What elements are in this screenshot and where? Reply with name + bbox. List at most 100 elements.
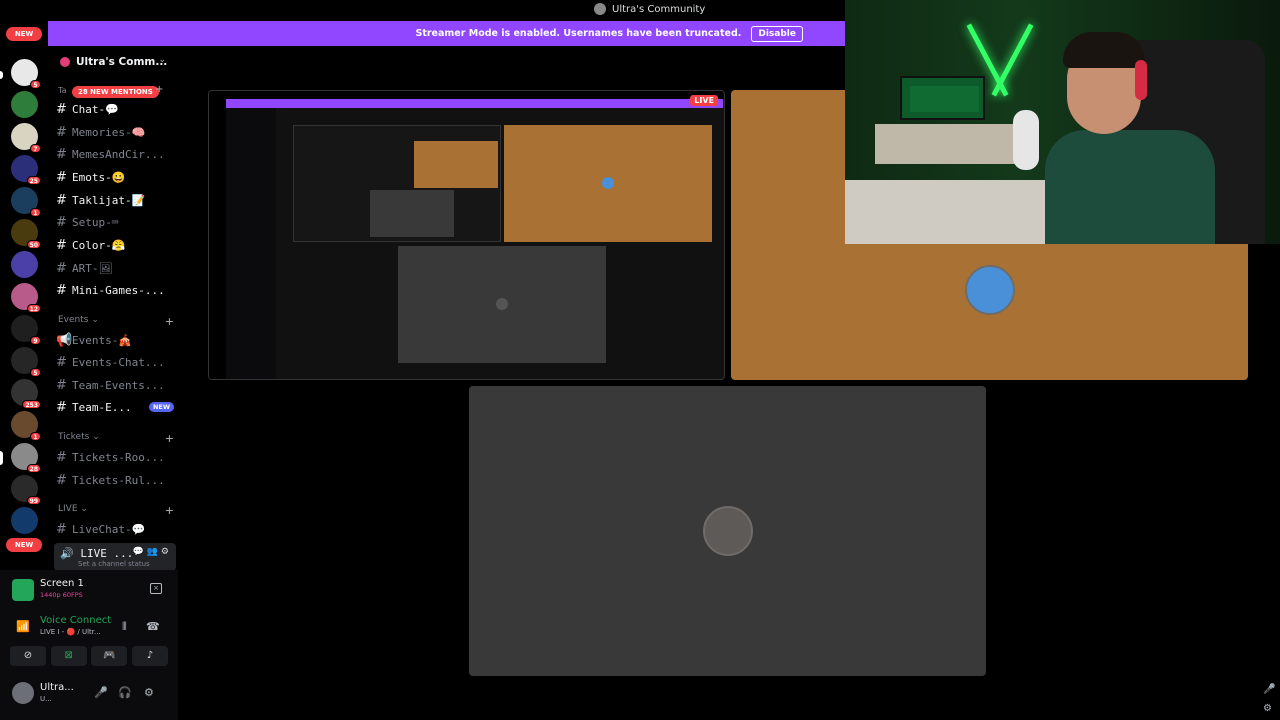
- chevron-down-icon: ⌄: [89, 432, 100, 442]
- microphone-icon[interactable]: 🎤: [94, 686, 108, 699]
- channel-item[interactable]: # Tickets-Rul...: [56, 470, 174, 490]
- window-title-text: Ultra's Community: [612, 3, 706, 15]
- server-icon[interactable]: [11, 507, 38, 534]
- channel-item[interactable]: # LiveChat-💬: [56, 519, 174, 539]
- channel-status[interactable]: Set a channel status: [78, 560, 150, 568]
- chevron-down-icon: ⌄: [158, 55, 166, 65]
- headphones-icon[interactable]: 🎧: [118, 686, 132, 699]
- mini-avatar: [496, 298, 508, 310]
- server-icon-selected[interactable]: 28: [11, 443, 41, 473]
- channel-name: Team-E...: [72, 400, 132, 414]
- voice-controls: ⊘ ⊠ 🎮 ♪: [10, 646, 168, 666]
- category-live[interactable]: LIVE ⌄ +: [58, 504, 174, 517]
- new-servers-pill-bottom[interactable]: NEW: [6, 538, 42, 552]
- participant-tile[interactable]: [469, 386, 986, 676]
- server-icon[interactable]: 99: [11, 475, 41, 505]
- add-channel-icon[interactable]: +: [165, 315, 174, 328]
- disconnect-icon[interactable]: ☎: [146, 620, 160, 633]
- server-badge: 12: [26, 304, 41, 313]
- add-channel-icon[interactable]: +: [165, 432, 174, 445]
- microphone-icon[interactable]: 🎤: [1263, 684, 1275, 695]
- guild-header[interactable]: Ultra's Comm... ⌄: [48, 46, 178, 78]
- server-icon[interactable]: 5: [11, 59, 41, 89]
- server-badge: 28: [26, 464, 41, 473]
- channel-item[interactable]: # Emots-😀: [56, 167, 174, 187]
- server-icon[interactable]: 1: [11, 187, 41, 217]
- server-icon[interactable]: 25: [11, 155, 41, 185]
- channel-item[interactable]: # Taklijat-📝: [56, 190, 174, 210]
- mini-nested-orange: [414, 141, 498, 188]
- streamer-mode-message: Streamer Mode is enabled. Usernames have…: [415, 28, 742, 39]
- server-badge: 5: [30, 368, 41, 377]
- desk: [845, 180, 1065, 244]
- invite-icon[interactable]: 👥: [147, 547, 161, 557]
- channel-item[interactable]: # Color-😤: [56, 235, 174, 255]
- new-mentions-pill[interactable]: 28 NEW MENTIONS: [72, 86, 159, 98]
- channel-item[interactable]: # Tickets-Roo...: [56, 447, 174, 467]
- headset: [1135, 60, 1147, 100]
- add-channel-icon[interactable]: +: [165, 504, 174, 517]
- screen-share-tile[interactable]: LIVE: [208, 90, 725, 380]
- server-icon[interactable]: 9: [11, 315, 41, 345]
- server-icon[interactable]: 5: [11, 347, 41, 377]
- settings-icon[interactable]: ⚙: [1263, 703, 1272, 714]
- channel-item[interactable]: # Chat-💬: [56, 99, 174, 119]
- gear-icon[interactable]: ⚙: [161, 547, 172, 557]
- voice-connected-channel[interactable]: LIVE I - 🔴 / Ultr...: [40, 628, 101, 636]
- server-icon[interactable]: [11, 251, 38, 278]
- activity-button[interactable]: 🎮: [91, 646, 128, 666]
- voice-channel-active[interactable]: 🔊 LIVE ... 💬👥⚙ Set a channel status: [54, 543, 176, 571]
- channel-name: Setup-⌨: [72, 215, 119, 229]
- server-badge: 5: [30, 80, 41, 89]
- channel-name: Chat-💬: [72, 102, 119, 116]
- gear-icon[interactable]: ⚙: [144, 686, 154, 699]
- unread-pip: [0, 71, 3, 79]
- soundboard-button[interactable]: ♪: [131, 646, 168, 666]
- category-events[interactable]: Events ⌄ +: [58, 315, 174, 328]
- server-badge: 25: [26, 176, 41, 185]
- screen-share-row: Screen 1 1440p 60FPS ×: [12, 577, 162, 603]
- channel-item[interactable]: # Team-Events...: [56, 375, 174, 395]
- server-icon[interactable]: 12: [11, 283, 41, 313]
- camera-off-button[interactable]: ⊘: [10, 646, 46, 666]
- add-channel-icon[interactable]: +: [155, 84, 163, 95]
- server-icon[interactable]: 50: [11, 219, 41, 249]
- screen-share-button[interactable]: ⊠: [50, 646, 87, 666]
- channel-item[interactable]: # Memories-🧠: [56, 122, 174, 142]
- channel-item[interactable]: # Mini-Games-...: [56, 280, 174, 300]
- channel-name: Events-Chat...: [72, 355, 165, 369]
- server-icon[interactable]: 1: [11, 411, 41, 441]
- guild-icon: [60, 57, 70, 67]
- speaker-icon: 🔊: [60, 547, 81, 560]
- channel-item[interactable]: 📢 Events-🎪: [56, 330, 174, 350]
- channel-item[interactable]: # ART-🖼: [56, 258, 174, 278]
- disable-streamer-mode-button[interactable]: Disable: [751, 25, 803, 42]
- hash-icon: #: [56, 260, 67, 276]
- mini-avatar: [602, 177, 614, 189]
- new-badge: NEW: [148, 402, 174, 412]
- channel-item[interactable]: # Setup-⌨: [56, 212, 174, 232]
- server-icon[interactable]: 253: [11, 379, 41, 409]
- noise-suppression-icon[interactable]: ⦀: [122, 620, 127, 634]
- hash-icon: #: [56, 377, 67, 393]
- channel-item[interactable]: # MemesAndCir...: [56, 144, 174, 164]
- mini-sidebar: [226, 108, 276, 379]
- server-icon[interactable]: [11, 91, 38, 118]
- stop-share-icon[interactable]: ×: [150, 583, 162, 594]
- channel-item[interactable]: # Events-Chat...: [56, 352, 174, 372]
- chat-icon[interactable]: 💬: [132, 547, 146, 557]
- hash-icon: #: [56, 192, 67, 208]
- channel-item[interactable]: # Team-E... NEW: [56, 397, 174, 417]
- voice-connected-title[interactable]: Voice Connected: [40, 615, 112, 626]
- voice-channel-actions: 💬👥⚙: [132, 547, 172, 557]
- channel-name: Mini-Games-...: [72, 283, 165, 297]
- selected-server-pip: [0, 451, 3, 465]
- server-icon[interactable]: 7: [11, 123, 41, 153]
- category-tickets[interactable]: Tickets ⌄ +: [58, 432, 174, 445]
- hash-icon: #: [56, 146, 67, 162]
- avatar[interactable]: [12, 682, 34, 704]
- hash-icon: #: [56, 449, 67, 465]
- participant-avatar: [702, 506, 753, 556]
- new-servers-pill-top[interactable]: NEW: [6, 27, 42, 41]
- hash-icon: #: [56, 354, 67, 370]
